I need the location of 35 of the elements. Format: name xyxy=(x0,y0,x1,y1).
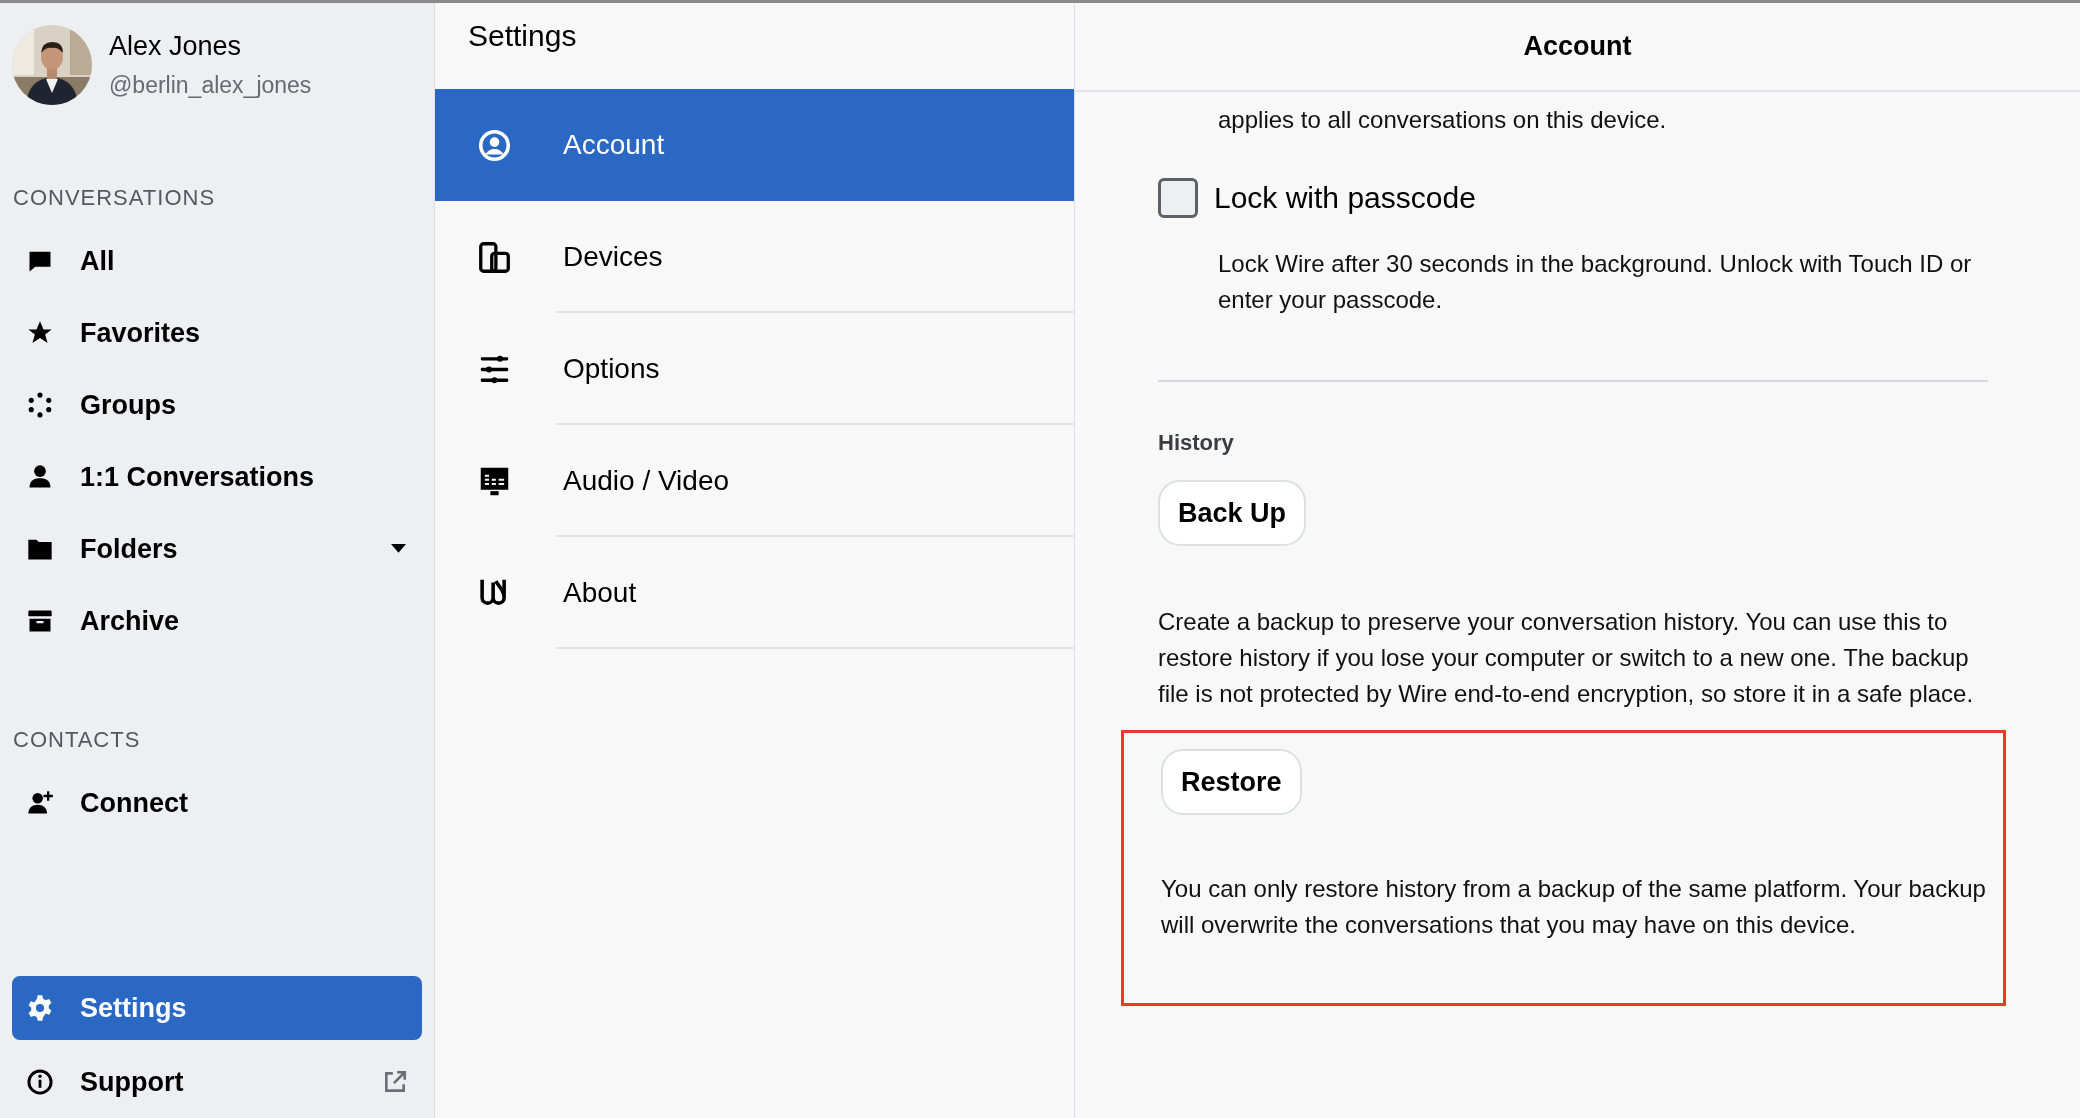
groups-icon xyxy=(26,391,54,419)
menu-item[interactable]: About xyxy=(435,537,1074,649)
menu-item[interactable]: Account xyxy=(435,89,1074,201)
back-up-button[interactable]: Back Up xyxy=(1158,480,1307,546)
panel-title: Settings xyxy=(467,18,578,54)
sidebar-item[interactable]: Favorites xyxy=(12,297,422,369)
sidebar-item[interactable]: Connect xyxy=(12,767,422,839)
checkbox-label: Lock with passcode xyxy=(1214,181,1476,215)
sidebar-item[interactable]: 1:1 Conversations xyxy=(12,441,422,513)
panel-title: Account xyxy=(1523,31,1632,62)
menu-item[interactable]: Devices xyxy=(435,201,1074,313)
add-person-icon xyxy=(26,789,54,817)
sidebar-item[interactable]: Settings xyxy=(12,976,422,1040)
section-heading: History xyxy=(1158,430,1235,456)
section-heading: CONVERSATIONS xyxy=(13,185,217,211)
sidebar-item[interactable]: All xyxy=(12,225,422,297)
restore-button[interactable]: Restore xyxy=(1161,749,1302,815)
restore-description: You can only restore history from a backup of the same platform. Your backup will overwrite the conversations that you may have on this device. xyxy=(1161,874,1987,940)
sidebar-item[interactable]: Groups xyxy=(12,369,422,441)
setting-description: applies to all conversations on this device. xyxy=(1217,105,1668,135)
devices-icon xyxy=(478,240,511,274)
settings-icon xyxy=(26,994,54,1022)
user-name: Alex Jones xyxy=(109,31,243,62)
setting-description: Lock Wire after 30 seconds in the background. Unlock with Touch ID or enter your passcode. xyxy=(1217,249,1973,315)
sidebar-item[interactable]: Archive xyxy=(12,585,422,657)
user-circle-icon xyxy=(478,128,511,162)
backup-description: Create a backup to preserve your conversation history. You can use this to restore history if you lose your computer or switch to a new one. The backup file is not protected by Wire end-to-end encryption, so store it in a safe place. xyxy=(1158,607,1975,709)
user-handle: @berlin_alex_jones xyxy=(109,72,312,99)
section-heading: CONTACTS xyxy=(13,727,142,753)
sidebar-item[interactable]: Support xyxy=(12,1046,422,1118)
info-icon xyxy=(26,1068,54,1096)
checkbox[interactable] xyxy=(1158,178,1198,218)
menu-item[interactable]: Options xyxy=(435,313,1074,425)
menu-item[interactable]: Audio / Video xyxy=(435,425,1074,537)
sidebar-item[interactable]: Folders xyxy=(12,513,422,585)
